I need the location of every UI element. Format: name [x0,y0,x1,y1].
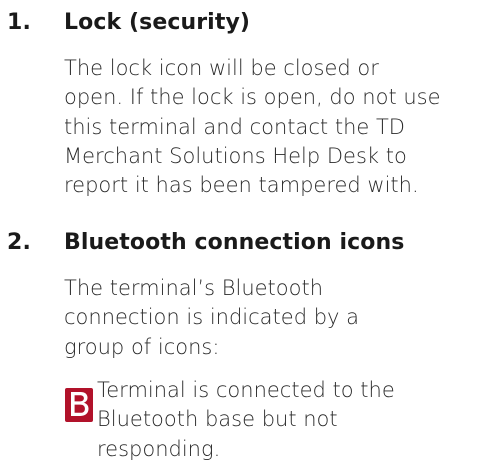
item-description: The terminal’s Bluetooth connection is i… [64,274,494,362]
item-title: Bluetooth connection icons [64,230,405,255]
description-line: Merchant Solutions Help Desk to [64,143,407,168]
description-line: this terminal and contact the TD [64,114,405,139]
description-line: responding. [97,436,221,461]
description-line: open. If the lock is open, do not use [64,85,441,110]
description-line: group of icons: [64,334,220,359]
item-title: Lock (security) [64,10,251,35]
description-line: The lock icon will be closed or [64,56,379,80]
description-line: Bluetooth base but not [97,407,338,432]
description-line: connection is indicated by a [64,305,360,330]
item-description: The lock icon will be closed or open. If… [64,54,494,200]
item-number: 2. [7,230,32,255]
description-line: The terminal’s Bluetooth [64,276,324,300]
icon-description: Terminal is connected to the Bluetooth b… [97,376,395,464]
bluetooth-b-icon [65,388,93,422]
list-item-bluetooth: 2. Bluetooth connection icons The termin… [0,226,496,362]
item-heading: 1. Lock (security) [0,6,496,40]
description-line: report it has been tampered with. [64,173,419,198]
item-heading: 2. Bluetooth connection icons [0,226,496,260]
list-item-lock: 1. Lock (security) The lock icon will be… [0,6,496,200]
item-number: 1. [7,10,32,35]
description-line: Terminal is connected to the [97,378,395,402]
